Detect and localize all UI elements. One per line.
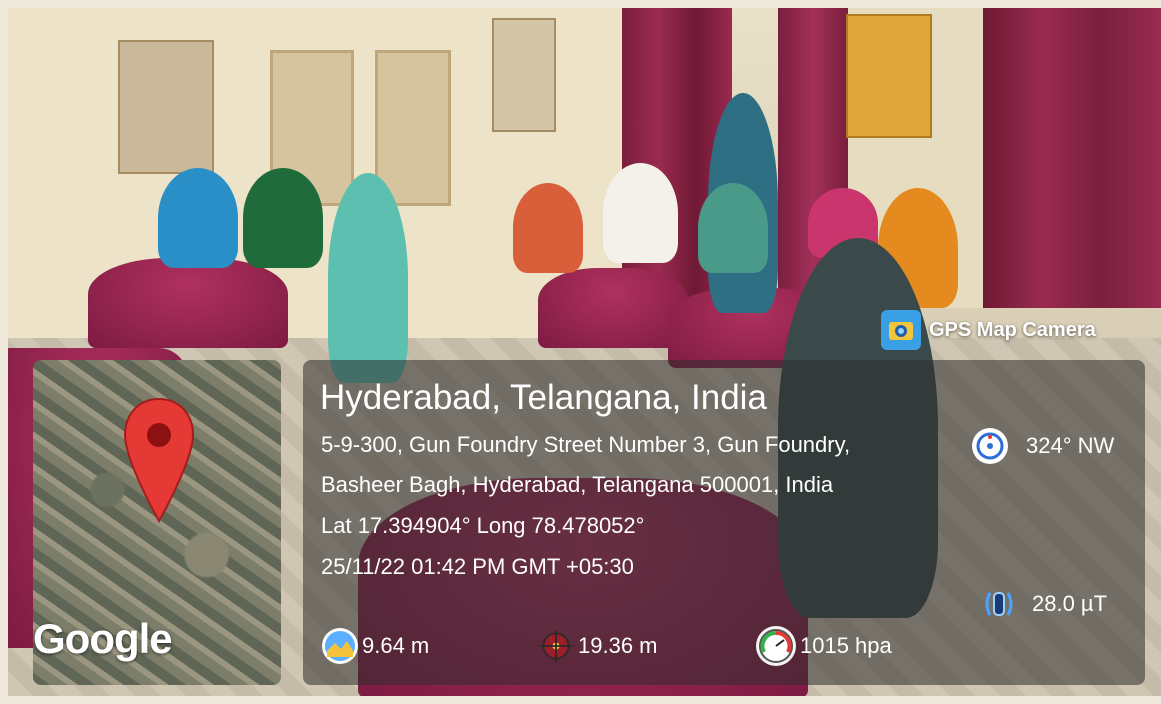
gauge-icon bbox=[756, 626, 796, 666]
wall-poster bbox=[118, 40, 214, 174]
mini-map[interactable]: Google bbox=[33, 360, 281, 685]
magnetic-value: 28.0 µT bbox=[1032, 591, 1108, 616]
table bbox=[538, 268, 688, 348]
person bbox=[328, 173, 408, 383]
address-line-2: Basheer Bagh, Hyderabad, Telangana 50000… bbox=[321, 472, 834, 497]
datetime: 25/11/22 01:42 PM GMT +05:30 bbox=[321, 554, 634, 579]
gps-map-camera-icon bbox=[881, 310, 921, 350]
person bbox=[603, 163, 678, 263]
location-title: Hyderabad, Telangana, India bbox=[320, 378, 767, 417]
pressure-readout: 1015 hpa bbox=[756, 626, 892, 666]
curtain bbox=[983, 8, 1161, 308]
address-line-1: 5-9-300, Gun Foundry Street Number 3, Gu… bbox=[321, 432, 851, 457]
person bbox=[513, 183, 583, 273]
compass-icon bbox=[972, 428, 1008, 464]
wall-poster bbox=[846, 14, 932, 138]
altitude-icon bbox=[322, 628, 358, 664]
app-name: GPS Map Camera bbox=[929, 318, 1096, 341]
coordinates: Lat 17.394904° Long 78.478052° bbox=[321, 513, 645, 538]
magnetic-readout: 28.0 µT bbox=[984, 586, 1107, 622]
door bbox=[375, 50, 451, 206]
compass-readout: 324° NW bbox=[972, 428, 1114, 464]
magnetic-field-icon bbox=[984, 586, 1014, 622]
app-brand: GPS Map Camera bbox=[881, 308, 1096, 352]
table bbox=[88, 258, 288, 348]
altitude-readout: 9.64 m bbox=[322, 628, 429, 664]
altitude-value: 9.64 m bbox=[362, 633, 430, 658]
pressure-value: 1015 hpa bbox=[800, 633, 892, 658]
person bbox=[698, 183, 768, 273]
wall-poster bbox=[492, 18, 556, 132]
accuracy-value: 19.36 m bbox=[578, 633, 658, 658]
map-attribution: Google bbox=[33, 615, 173, 662]
person bbox=[243, 168, 323, 268]
accuracy-readout: 19.36 m bbox=[538, 628, 658, 664]
compass-value: 324° NW bbox=[1026, 433, 1115, 458]
crosshair-icon bbox=[538, 628, 574, 664]
map-pin-icon bbox=[123, 397, 195, 524]
person bbox=[158, 168, 238, 268]
